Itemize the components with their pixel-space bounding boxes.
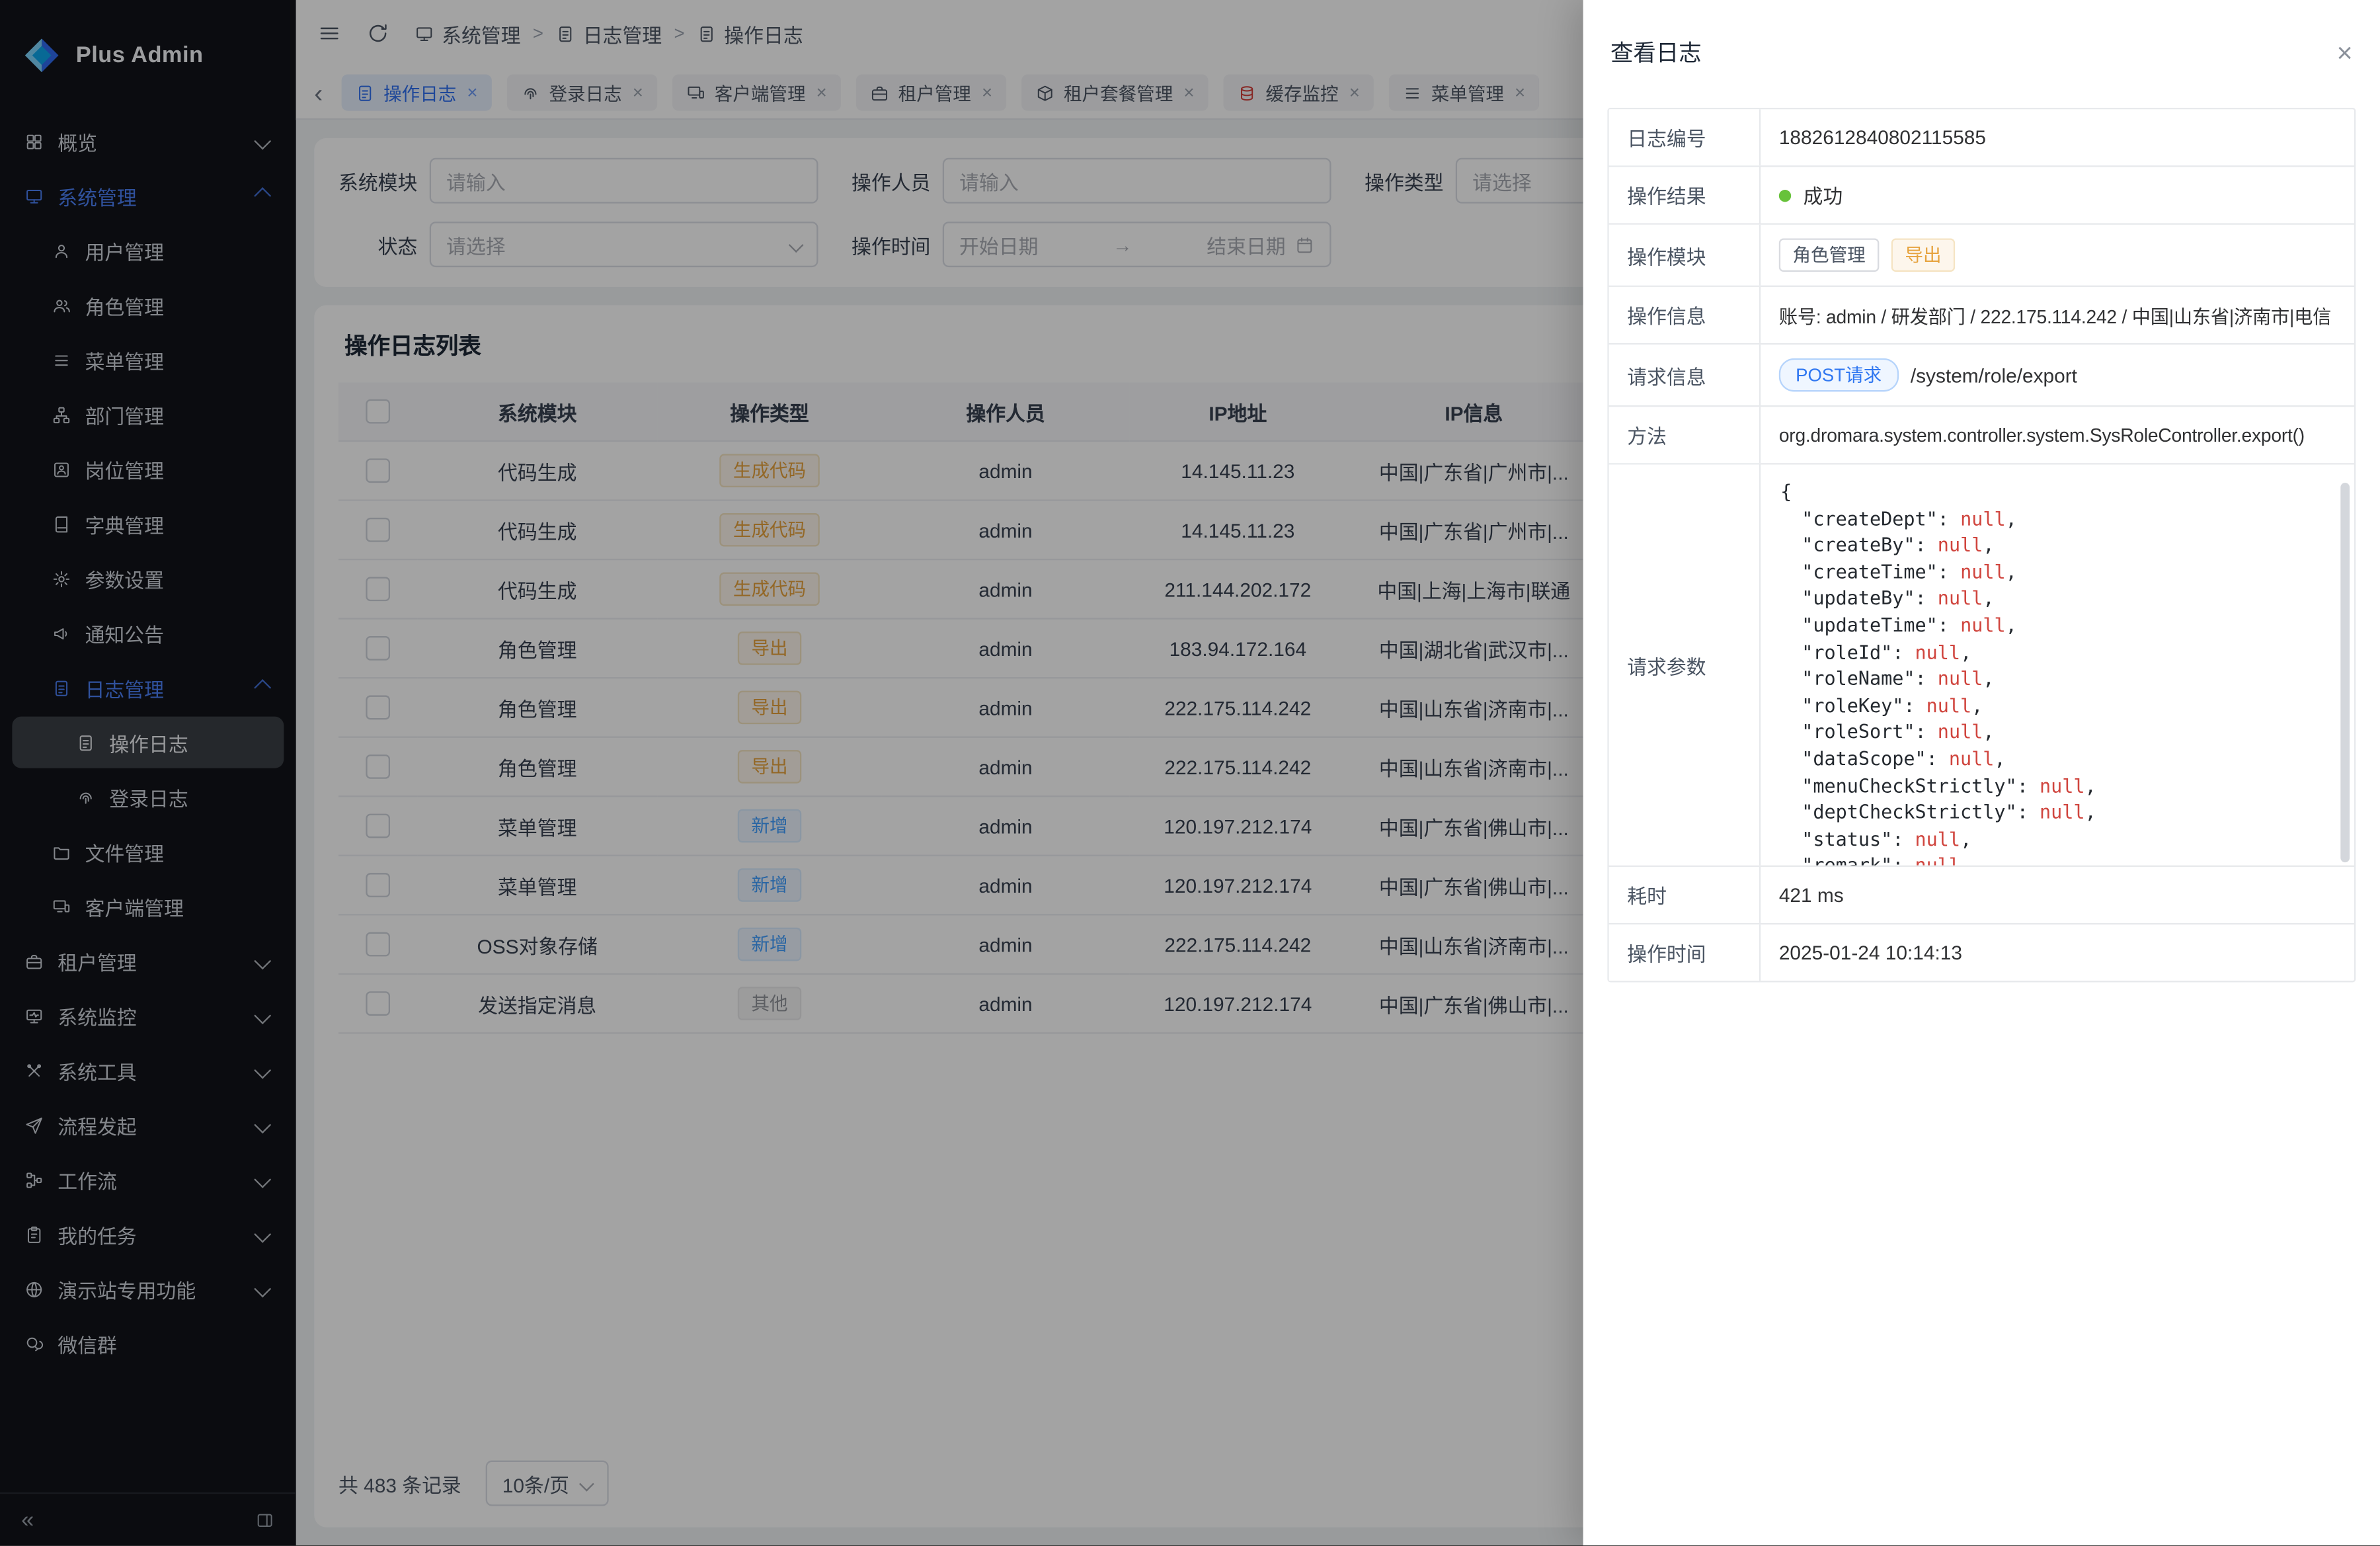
drawer-header: 查看日志 × xyxy=(1583,0,2380,68)
json-key: "menuCheckStrictly" xyxy=(1802,774,2016,796)
desc-label: 耗时 xyxy=(1609,867,1761,923)
desc-text: org.dromara.system.controller.system.Sys… xyxy=(1779,425,2305,446)
json-open-brace: { xyxy=(1780,478,2327,505)
request-method-tag: POST请求 xyxy=(1779,358,1899,392)
status-text: 成功 xyxy=(1804,181,1843,210)
json-key: "createDept" xyxy=(1802,507,1938,529)
json-null-value: null xyxy=(1938,533,1983,555)
json-line: "menuCheckStrictly": null, xyxy=(1780,772,2327,799)
json-null-value: null xyxy=(1915,640,1961,663)
desc-value: POST请求/system/role/export xyxy=(1761,345,2354,405)
json-null-value: null xyxy=(1960,507,2006,529)
json-key: "deptCheckStrictly" xyxy=(1802,800,2016,823)
json-key: "updateBy" xyxy=(1802,587,1915,609)
desc-row: 操作信息账号: admin / 研发部门 / 222.175.114.242 /… xyxy=(1609,286,2354,343)
json-line: "roleKey": null, xyxy=(1780,692,2327,718)
desc-text: 421 ms xyxy=(1779,883,1844,906)
json-key: "roleSort" xyxy=(1802,720,1915,743)
json-key: "createTime" xyxy=(1802,560,1938,583)
desc-row: 日志编号 1882612840802115585 xyxy=(1609,109,2354,165)
json-line: "updateBy": null, xyxy=(1780,585,2327,612)
json-line: "dataScope": null, xyxy=(1780,745,2327,772)
json-key: "dataScope" xyxy=(1802,747,1926,769)
json-null-value: null xyxy=(1926,694,1972,716)
json-line: "roleSort": null, xyxy=(1780,719,2327,745)
desc-value: 1882612840802115585 xyxy=(1761,109,2354,165)
json-key: "roleName" xyxy=(1802,667,1915,689)
json-null-value: null xyxy=(1915,827,1961,850)
json-key: "updateTime" xyxy=(1802,613,1938,635)
desc-label: 操作时间 xyxy=(1609,924,1761,981)
desc-row: 耗时 421 ms xyxy=(1609,866,2354,923)
desc-label: 操作模块 xyxy=(1609,225,1761,286)
desc-text: 账号: admin / 研发部门 / 222.175.114.242 / 中国|… xyxy=(1779,302,2331,329)
json-null-value: null xyxy=(2040,774,2085,796)
json-null-value: null xyxy=(1938,720,1983,743)
log-detail-table: 日志编号1882612840802115585操作结果成功操作模块角色管理导出操… xyxy=(1607,108,2356,982)
json-line: "createDept": null, xyxy=(1780,505,2327,532)
desc-row: 操作模块角色管理导出 xyxy=(1609,223,2354,285)
desc-value: 成功 xyxy=(1761,167,2354,224)
close-drawer-button[interactable]: × xyxy=(2337,39,2353,66)
json-line: "updateTime": null, xyxy=(1780,612,2327,638)
desc-label: 请求参数 xyxy=(1609,465,1761,866)
desc-value: 账号: admin / 研发部门 / 222.175.114.242 / 中国|… xyxy=(1761,287,2354,343)
json-line: "createTime": null, xyxy=(1780,558,2327,585)
desc-row: 方法 org.dromara.system.controller.system.S… xyxy=(1609,405,2354,463)
json-null-value: null xyxy=(1915,854,1961,866)
json-key: "remark" xyxy=(1802,854,1892,866)
desc-row: 操作结果 成功 xyxy=(1609,165,2354,223)
desc-label: 方法 xyxy=(1609,407,1761,463)
request-params-json[interactable]: {"createDept": null,"createBy": null,"cr… xyxy=(1761,465,2354,866)
desc-text: 1882612840802115585 xyxy=(1779,126,1986,149)
json-null-value: null xyxy=(1938,587,1983,609)
desc-value: {"createDept": null,"createBy": null,"cr… xyxy=(1761,465,2354,866)
module-tag: 角色管理 xyxy=(1779,238,1880,272)
json-key: "roleId" xyxy=(1802,640,1892,663)
json-null-value: null xyxy=(1938,667,1983,689)
json-line: "status": null, xyxy=(1780,825,2327,852)
desc-label: 操作结果 xyxy=(1609,167,1761,224)
app-root: Plus Admin 概览系统管理用户管理角色管理菜单管理部门管理岗位管理字典管… xyxy=(0,0,2380,1546)
json-null-value: null xyxy=(1949,747,1995,769)
desc-row: 请求参数{"createDept": null,"createBy": null… xyxy=(1609,463,2354,865)
desc-value: 角色管理导出 xyxy=(1761,225,2354,286)
desc-label: 请求信息 xyxy=(1609,345,1761,405)
json-key: "roleKey" xyxy=(1802,694,1903,716)
desc-text: 2025-01-24 10:14:13 xyxy=(1779,941,1962,963)
json-null-value: null xyxy=(1960,560,2006,583)
desc-label: 日志编号 xyxy=(1609,109,1761,165)
module-tag: 导出 xyxy=(1891,238,1955,272)
drawer-title: 查看日志 xyxy=(1610,36,1702,68)
drawer-body: 日志编号1882612840802115585操作结果成功操作模块角色管理导出操… xyxy=(1583,68,2380,1006)
desc-row: 操作时间 2025-01-24 10:14:13 xyxy=(1609,923,2354,981)
desc-value: org.dromara.system.controller.system.Sys… xyxy=(1761,407,2354,463)
json-null-value: null xyxy=(1960,613,2006,635)
desc-value: 421 ms xyxy=(1761,867,2354,923)
desc-label: 操作信息 xyxy=(1609,287,1761,343)
json-line: "roleName": null, xyxy=(1780,665,2327,692)
scrollbar-thumb[interactable] xyxy=(2340,483,2350,862)
desc-row: 请求信息POST请求/system/role/export xyxy=(1609,343,2354,405)
json-line: "deptCheckStrictly": null, xyxy=(1780,799,2327,825)
json-key: "status" xyxy=(1802,827,1892,850)
json-line: "remark": null, xyxy=(1780,852,2327,866)
json-key: "createBy" xyxy=(1802,533,1915,555)
json-line: "roleId": null, xyxy=(1780,639,2327,665)
json-null-value: null xyxy=(2040,800,2085,823)
log-detail-drawer: 查看日志 × 日志编号 1882612840802115585 操作结果 成功操作模块… xyxy=(1583,0,2380,1546)
request-path: /system/role/export xyxy=(1911,364,2077,386)
desc-value: 2025-01-24 10:14:13 xyxy=(1761,924,2354,981)
success-dot-icon xyxy=(1779,189,1791,201)
json-line: "createBy": null, xyxy=(1780,532,2327,558)
